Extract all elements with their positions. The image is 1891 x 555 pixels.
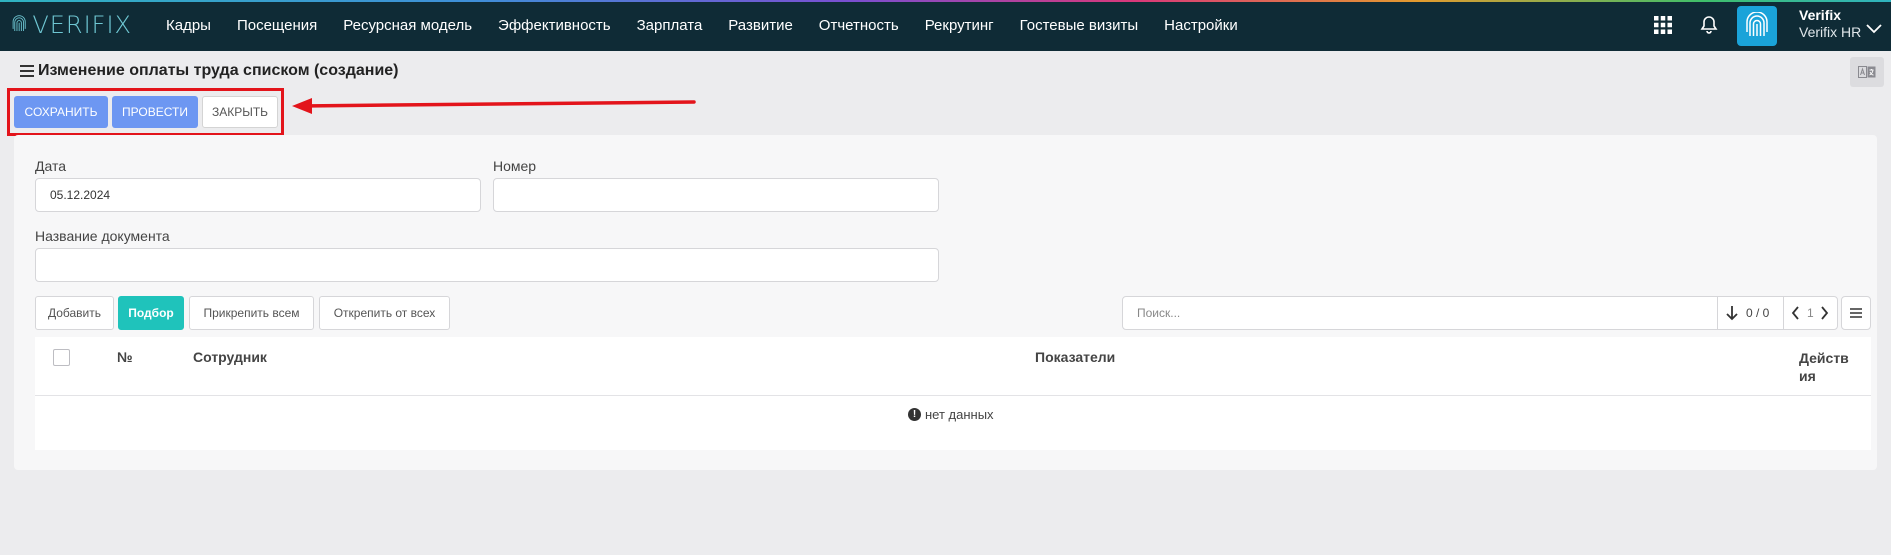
number-label: Номер: [493, 158, 537, 174]
user-name: Verifix: [1799, 7, 1842, 23]
nav-item-otchetnost[interactable]: Отчетность: [806, 17, 912, 34]
empty-state: ! нет данных: [908, 407, 994, 422]
date-label: Дата: [35, 158, 67, 174]
record-count: 0 / 0: [1746, 306, 1770, 320]
exclamation-icon: !: [908, 408, 921, 421]
arrow-down-icon[interactable]: [1726, 305, 1738, 326]
nav-item-rekruting[interactable]: Рекрутинг: [912, 17, 1007, 34]
fingerprint-logo-icon: [12, 15, 26, 32]
translate-icon[interactable]: [1850, 57, 1884, 87]
page-title: Изменение оплаты труда списком (создание…: [38, 62, 399, 79]
avatar[interactable]: [1737, 6, 1777, 46]
main-menu: Кадры Посещения Ресурсная модель Эффекти…: [154, 0, 1251, 51]
search-input[interactable]: Поиск...: [1123, 297, 1717, 329]
doc-name-field[interactable]: [35, 248, 939, 282]
employees-table: № Сотрудник Показатели Действия ! нет да…: [35, 337, 1871, 450]
nav-item-poseshcheniya[interactable]: Посещения: [224, 17, 330, 34]
user-info[interactable]: Verifix Verifix HR: [1799, 7, 1861, 41]
bell-icon[interactable]: [1698, 14, 1720, 36]
number-field[interactable]: [493, 178, 939, 212]
date-field[interactable]: 05.12.2024: [35, 178, 481, 212]
add-button[interactable]: Добавить: [35, 296, 114, 330]
grid-icon[interactable]: [1652, 14, 1674, 36]
logo[interactable]: VERIFIX: [12, 8, 132, 42]
doc-name-label: Название документа: [35, 228, 170, 244]
user-org: Verifix HR: [1799, 24, 1862, 40]
header-divider: [35, 395, 1871, 396]
nav-item-zarplata[interactable]: Зарплата: [624, 17, 716, 34]
top-navigation-bar: VERIFIX Кадры Посещения Ресурсная модель…: [0, 0, 1891, 51]
column-header-actions: Действия: [1799, 350, 1849, 384]
search-group: Поиск... 0 / 0 1: [1122, 296, 1838, 330]
empty-text: нет данных: [925, 407, 994, 422]
nav-item-effektivnost[interactable]: Эффективность: [485, 17, 624, 34]
hamburger-icon[interactable]: [20, 65, 34, 77]
chevron-right-icon[interactable]: [1820, 306, 1829, 325]
divider: [1783, 297, 1784, 329]
attach-all-button[interactable]: Прикрепить всем: [189, 296, 314, 330]
divider: [1717, 297, 1718, 329]
nav-item-razvitie[interactable]: Развитие: [715, 17, 806, 34]
detach-all-button[interactable]: Открепить от всех: [319, 296, 450, 330]
chevron-left-icon[interactable]: [1791, 306, 1800, 325]
logo-text: VERIFIX: [32, 11, 132, 39]
nav-item-nastroyki[interactable]: Настройки: [1151, 17, 1251, 34]
chevron-down-icon[interactable]: [1866, 21, 1882, 39]
post-button[interactable]: ПРОВЕСТИ: [112, 96, 198, 128]
fingerprint-icon: [1746, 12, 1768, 36]
column-header-number: №: [117, 349, 133, 365]
select-all-checkbox[interactable]: [53, 349, 70, 366]
page-number: 1: [1807, 306, 1814, 320]
annotation-arrow: [292, 98, 696, 114]
save-button[interactable]: СОХРАНИТЬ: [14, 96, 108, 128]
nav-item-gostevye-vizity[interactable]: Гостевые визиты: [1007, 17, 1152, 34]
close-button[interactable]: ЗАКРЫТЬ: [202, 96, 278, 128]
pick-button[interactable]: Подбор: [118, 296, 184, 330]
column-header-employee: Сотрудник: [193, 349, 267, 365]
list-menu-icon[interactable]: [1841, 296, 1871, 330]
page-header: Изменение оплаты труда списком (создание…: [20, 62, 399, 80]
nav-item-kadry[interactable]: Кадры: [154, 17, 224, 34]
column-header-indicators: Показатели: [1035, 349, 1116, 365]
nav-item-resursnaya-model[interactable]: Ресурсная модель: [330, 17, 485, 34]
